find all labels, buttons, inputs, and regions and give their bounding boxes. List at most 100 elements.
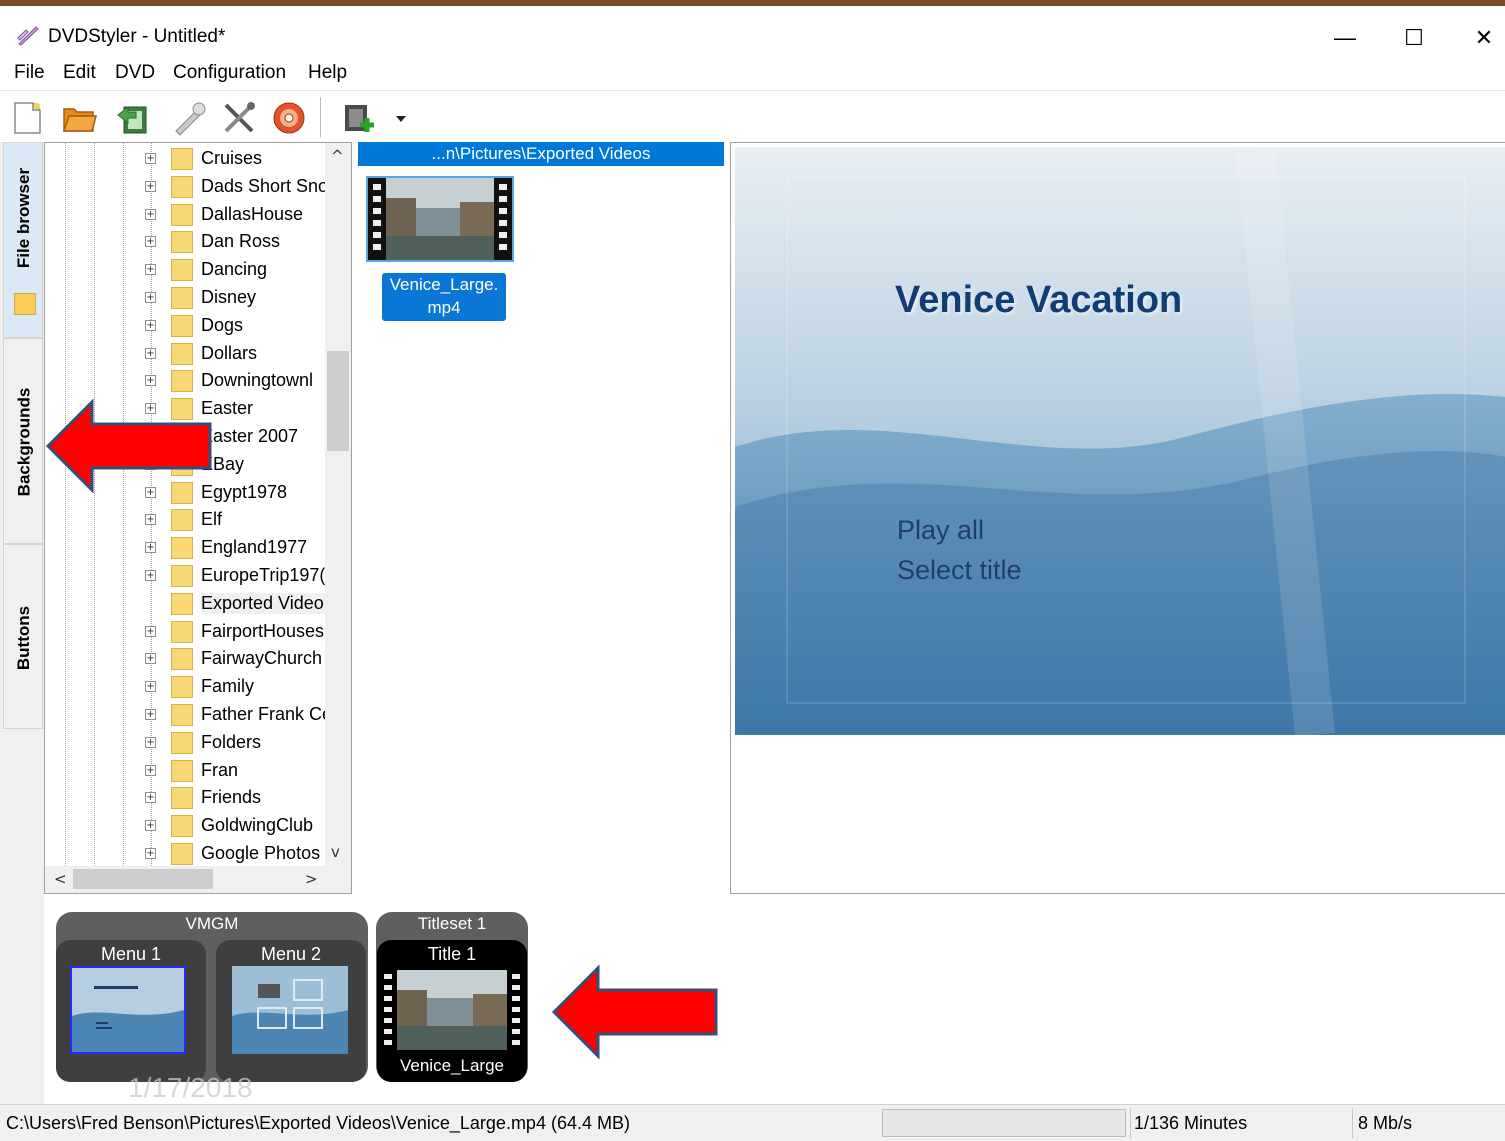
settings-icon[interactable] [170,99,208,137]
menu-dvd[interactable]: DVD [115,62,155,84]
expand-icon[interactable]: + [145,570,156,581]
folder-icon [171,731,193,754]
expand-icon[interactable]: + [145,848,156,859]
open-project-icon[interactable] [60,99,98,137]
tree-item[interactable]: + Dads Short Sno [45,173,325,201]
tree-scroll-thumb[interactable] [327,351,349,451]
tools-icon[interactable] [220,99,258,137]
expand-icon[interactable]: + [145,514,156,526]
tree-hscroll-thumb[interactable] [73,869,213,889]
tree-item-label: Friends [201,787,262,808]
tree-item[interactable]: + GoldwingClub [45,812,325,840]
red-arrow-title-annotation [551,964,718,1060]
tree-item[interactable]: + Friends [45,784,325,812]
expand-icon[interactable]: + [145,736,156,748]
tree-item-label: DallasHouse [201,203,304,224]
menu-file[interactable]: File [14,62,45,84]
menu-button-select-title[interactable]: Select title [897,555,1022,586]
expand-icon[interactable]: + [145,820,156,832]
tree-item[interactable]: + Google Photos [45,840,325,868]
expand-icon[interactable]: + [145,681,156,693]
dropdown-arrow-icon[interactable] [390,99,412,137]
expand-icon[interactable]: + [145,792,156,804]
title1-label: Title 1 [427,944,477,964]
expand-icon[interactable]: + [145,292,156,303]
folder-icon [171,704,193,726]
expand-icon[interactable]: + [145,208,156,220]
menu-edit[interactable]: Edit [63,62,96,84]
expand-icon[interactable]: + [145,764,156,776]
expand-icon[interactable]: + [145,653,156,665]
tree-item[interactable]: + Disney [45,284,325,312]
add-video-icon[interactable] [340,99,378,137]
expand-icon[interactable]: + [145,347,156,359]
status-divider [1352,1108,1353,1138]
tree-item[interactable]: + Dogs [45,312,325,340]
tree-item[interactable]: + Dollars [45,340,325,368]
menu-button-play-all[interactable]: Play all [897,515,984,546]
expand-icon[interactable]: + [145,236,156,248]
status-progress-bar [882,1109,1126,1137]
tree-item[interactable]: + FairwayChurch [45,645,325,673]
expand-icon[interactable]: + [145,264,156,276]
folder-icon [171,843,193,865]
expand-icon[interactable]: + [145,153,156,164]
tree-item-label: EBay [201,453,245,474]
tree-item-label: Father Frank Ce [201,704,325,724]
title-bar: DVDStyler - Untitled* — ☐ ✕ [0,6,1505,56]
title1-card[interactable]: Title 1 Venice_Large [377,940,527,1082]
tree-item[interactable]: + England1977 [45,534,325,562]
close-button[interactable]: ✕ [1454,16,1505,60]
burn-dvd-icon[interactable] [270,99,308,137]
tree-vertical-scrollbar[interactable]: ^ v [325,143,351,866]
tree-item[interactable]: + Dan Ross [45,228,325,256]
tree-item-label: FairwayChurch [201,648,323,669]
menu-preview-canvas[interactable]: Venice Vacation Play all Select title [735,147,1505,735]
tree-item[interactable]: + Fran [45,757,325,785]
menu-help[interactable]: Help [308,62,347,84]
tree-item[interactable]: + FairportHouses [45,618,325,646]
expand-icon[interactable]: + [145,180,156,192]
scroll-left-icon[interactable]: < [54,870,67,888]
tree-item[interactable]: + Downingtownl [45,367,325,395]
tree-item[interactable]: + Cruises [45,145,325,173]
tab-buttons[interactable]: Buttons [3,544,43,729]
folder-icon [171,287,193,309]
tree-item[interactable]: + Elf [45,506,325,534]
tree-item[interactable]: + DallasHouse [45,201,325,229]
tree-horizontal-scrollbar[interactable]: < > [45,866,351,893]
tab-backgrounds[interactable]: Backgrounds [3,338,43,544]
tree-item[interactable]: + Folders [45,729,325,757]
tree-item-label: Folders [201,731,262,752]
tree-item[interactable]: + Dancing [45,256,325,284]
tree-item[interactable]: + Family [45,673,325,701]
video-file-label[interactable]: Venice_Large. mp4 [382,273,506,321]
tree-item[interactable]: + Father Frank Ce [45,701,325,729]
tree-item-label: Downingtownl [201,370,314,391]
menu1-card[interactable]: Menu 1 [56,940,206,1082]
tree-item-label: Dollars [201,342,258,363]
menu-configuration[interactable]: Configuration [173,62,286,84]
scroll-right-icon[interactable]: > [305,870,318,888]
menu2-card[interactable]: Menu 2 [216,940,366,1082]
current-path: ...n\Pictures\Exported Videos [358,142,724,166]
menu-title-text[interactable]: Venice Vacation [895,279,1182,322]
scroll-up-icon[interactable]: ^ [331,147,344,165]
expand-icon[interactable]: + [145,319,156,331]
expand-icon[interactable]: + [145,542,156,554]
scroll-down-icon[interactable]: v [331,843,340,861]
tree-item[interactable]: Exported Video [45,590,325,618]
save-project-icon[interactable] [114,99,152,137]
new-project-icon[interactable] [8,99,46,137]
menu2-label: Menu 2 [260,944,322,964]
expand-icon[interactable]: + [145,625,156,637]
minimize-button[interactable]: — [1315,16,1375,60]
status-bar: C:\Users\Fred Benson\Pictures\Exported V… [0,1104,1505,1141]
tree-item[interactable]: + EuropeTrip197( [45,562,325,590]
tree-item-label: Dan Ross [201,231,281,252]
tab-file-browser[interactable]: File browser [3,142,43,338]
expand-icon[interactable]: + [145,375,156,387]
maximize-button[interactable]: ☐ [1384,16,1444,60]
video-thumbnail[interactable] [366,176,514,262]
expand-icon[interactable]: + [145,709,156,720]
